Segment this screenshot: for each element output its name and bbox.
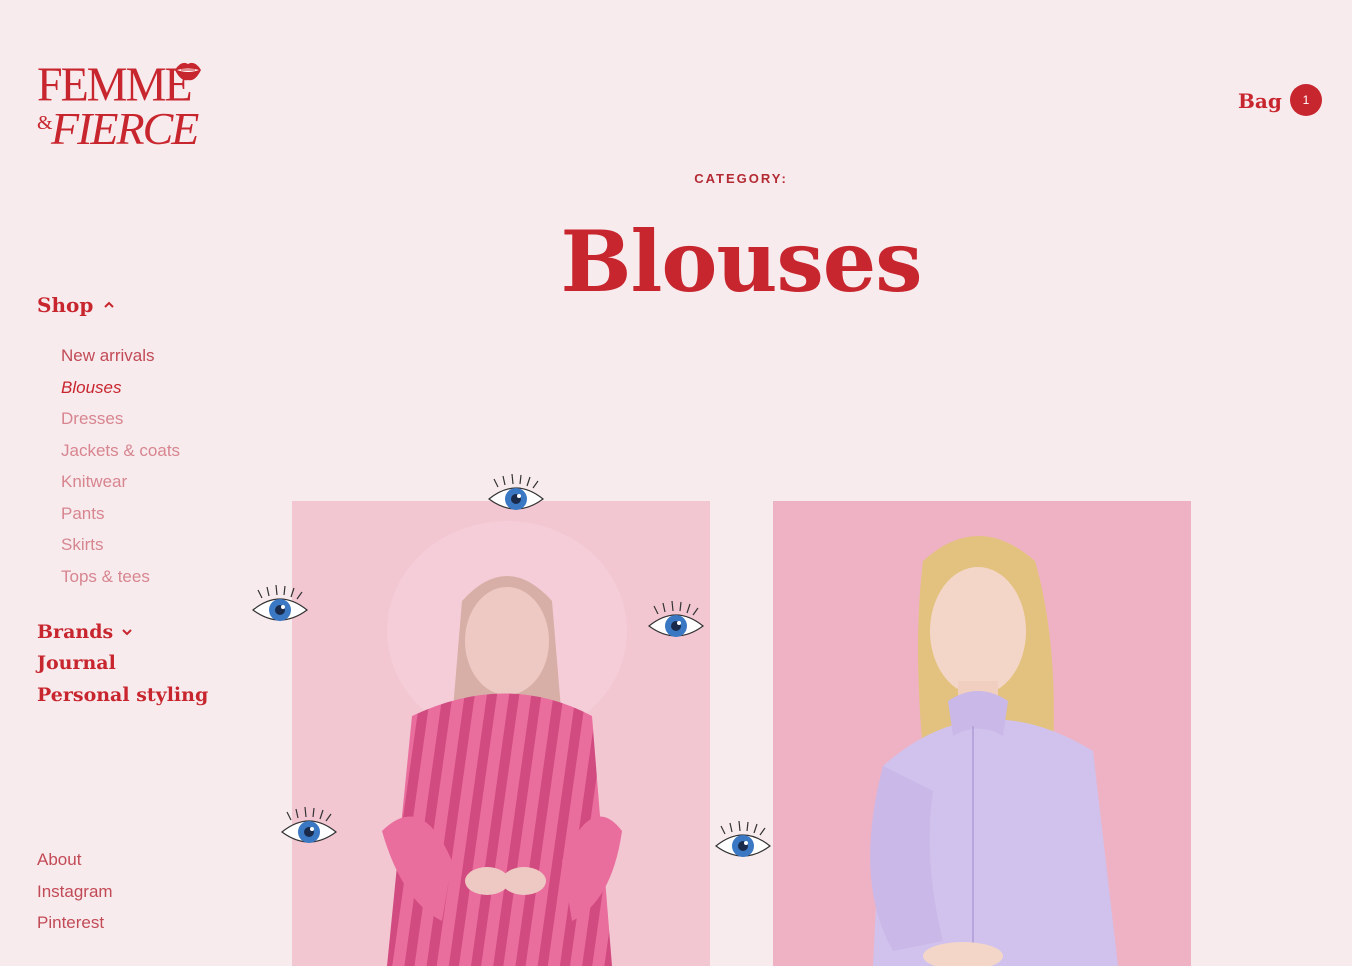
bag-link[interactable]: Bag <box>1238 89 1282 113</box>
eye-icon <box>281 806 337 843</box>
logo-line1: FEMME <box>37 57 193 112</box>
footer-link-pinterest[interactable]: Pinterest <box>37 913 113 945</box>
logo-line2: FIERCE <box>51 103 199 154</box>
eye-icon <box>252 584 308 621</box>
product-image <box>292 501 710 966</box>
nav-brands-label: Brands <box>37 620 114 643</box>
brand-logo[interactable]: FEMME & FIERCE <box>37 58 207 158</box>
chevron-down-icon <box>122 629 132 636</box>
nav-shop-toggle[interactable]: Shop <box>37 293 117 317</box>
nav-journal[interactable]: Journal <box>37 648 208 680</box>
subnav-item-dresses[interactable]: Dresses <box>61 409 180 441</box>
lips-icon <box>175 62 201 81</box>
subnav-item-skirts[interactable]: Skirts <box>61 535 180 567</box>
product-image <box>773 501 1191 966</box>
nav-shop-label: Shop <box>37 293 94 317</box>
chevron-up-icon <box>104 301 115 308</box>
subnav-item-new-arrivals[interactable]: New arrivals <box>61 346 180 378</box>
subnav-item-pants[interactable]: Pants <box>61 504 180 536</box>
eye-icon <box>715 820 771 857</box>
product-card[interactable] <box>773 501 1191 966</box>
subnav-item-jackets-coats[interactable]: Jackets & coats <box>61 441 180 473</box>
subnav-item-knitwear[interactable]: Knitwear <box>61 472 180 504</box>
page-title: Blouses <box>560 212 922 311</box>
product-card[interactable] <box>292 501 710 966</box>
eye-icon <box>648 600 704 637</box>
shop-subnav: New arrivals Blouses Dresses Jackets & c… <box>61 346 180 598</box>
subnav-item-tops-tees[interactable]: Tops & tees <box>61 567 180 599</box>
category-label: CATEGORY: <box>694 171 788 186</box>
nav-personal-styling[interactable]: Personal styling <box>37 679 208 711</box>
bag-count-badge[interactable]: 1 <box>1290 84 1322 116</box>
main-nav: Brands Journal Personal styling <box>37 616 208 711</box>
footer-nav: About Instagram Pinterest <box>37 850 113 945</box>
eye-icon <box>488 473 544 510</box>
subnav-item-blouses[interactable]: Blouses <box>61 378 180 410</box>
footer-link-instagram[interactable]: Instagram <box>37 882 113 914</box>
nav-brands[interactable]: Brands <box>37 616 208 648</box>
footer-link-about[interactable]: About <box>37 850 113 882</box>
